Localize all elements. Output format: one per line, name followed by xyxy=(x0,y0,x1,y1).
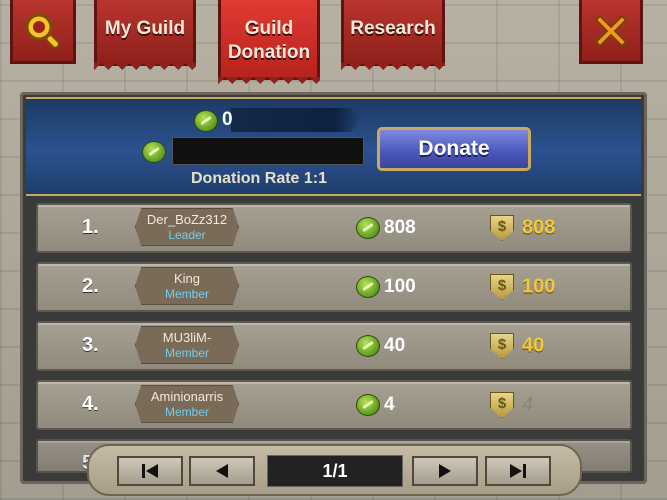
gold-amount: $40 xyxy=(490,333,544,359)
gem-value: 4 xyxy=(384,394,395,416)
gem-value: 40 xyxy=(384,335,406,357)
first-page-button[interactable] xyxy=(117,456,183,486)
member-role: Member xyxy=(164,405,209,419)
gold-value: 808 xyxy=(522,216,556,239)
member-role: Leader xyxy=(168,228,206,242)
gold-amount: $100 xyxy=(490,274,555,300)
page-indicator: 1/1 xyxy=(267,455,403,487)
tab-research-label: Research xyxy=(350,18,436,39)
gold-shield-icon: $ xyxy=(490,392,514,418)
tab-my-guild[interactable]: My Guild xyxy=(94,0,196,77)
gold-shield-icon: $ xyxy=(490,215,514,241)
gem-amount: 40 xyxy=(356,335,405,357)
skip-last-icon xyxy=(510,464,526,478)
close-x-icon xyxy=(594,14,628,47)
gold-shield-icon: $ xyxy=(490,333,514,359)
donation-panel: 0 Donate Donation Rate 1:1 xyxy=(26,97,641,196)
tab-my-guild-label: My Guild xyxy=(104,18,186,39)
donate-button[interactable]: Donate xyxy=(377,127,531,171)
gold-value: 4 xyxy=(522,393,534,416)
tab-research[interactable]: Research xyxy=(341,0,445,77)
previous-page-button[interactable] xyxy=(189,456,255,486)
name-plate[interactable]: Aminionarris Member xyxy=(135,385,239,423)
search-tab-button[interactable] xyxy=(10,0,76,64)
gold-value: 40 xyxy=(522,334,545,357)
next-page-button[interactable] xyxy=(412,456,478,486)
donation-amount-input[interactable] xyxy=(172,137,364,165)
gold-value: 100 xyxy=(522,275,556,298)
tab-guild-donation[interactable]: Guild Donation xyxy=(218,0,320,91)
owned-amount: 0 xyxy=(222,109,233,130)
gem-value: 808 xyxy=(384,217,416,239)
pagination-bar: 1/1 xyxy=(87,444,582,496)
gold-amount: $808 xyxy=(490,215,555,241)
list-item: 2. King Member 100 $100 xyxy=(36,262,632,312)
magnifier-icon xyxy=(25,13,60,49)
member-name: Der_BoZz312 xyxy=(146,212,228,227)
donation-rate-text: Donation Rate 1:1 xyxy=(191,170,328,187)
member-role: Member xyxy=(164,287,209,301)
owned-bar xyxy=(231,108,361,132)
name-plate[interactable]: MU3liM- Member xyxy=(135,326,239,364)
gem-icon xyxy=(194,110,218,132)
rank: 2. xyxy=(82,275,99,297)
list-item: 3. MU3liM- Member 40 $40 xyxy=(36,321,632,371)
member-role: Member xyxy=(164,346,209,360)
list-item: 1. Der_BoZz312 Leader 808 $808 xyxy=(36,203,632,253)
gold-shield-icon: $ xyxy=(490,274,514,300)
tab-guild-donation-label-1: Guild xyxy=(244,18,294,39)
gem-icon xyxy=(356,335,380,357)
gold-amount: $4 xyxy=(490,392,533,418)
donation-list[interactable]: 1. Der_BoZz312 Leader 808 $808 2. King M… xyxy=(36,203,632,482)
arrow-right-icon xyxy=(439,464,451,478)
rank: 4. xyxy=(82,393,99,415)
rank: 1. xyxy=(82,216,99,238)
arrow-left-icon xyxy=(216,464,228,478)
skip-first-icon xyxy=(142,464,158,478)
name-plate[interactable]: Der_BoZz312 Leader xyxy=(135,208,239,246)
member-name: King xyxy=(173,271,201,286)
gem-amount: 808 xyxy=(356,217,416,239)
last-page-button[interactable] xyxy=(485,456,551,486)
member-name: Aminionarris xyxy=(150,389,224,404)
member-name: MU3liM- xyxy=(162,330,212,345)
name-plate[interactable]: King Member xyxy=(135,267,239,305)
tab-guild-donation-label-2: Donation xyxy=(227,42,311,63)
gem-amount: 4 xyxy=(356,394,395,416)
gem-icon xyxy=(356,217,380,239)
gem-icon xyxy=(356,394,380,416)
list-item: 4. Aminionarris Member 4 $4 xyxy=(36,380,632,430)
close-button[interactable] xyxy=(579,0,643,64)
gem-icon xyxy=(142,141,166,163)
gem-value: 100 xyxy=(384,276,416,298)
rank: 3. xyxy=(82,334,99,356)
gem-amount: 100 xyxy=(356,276,416,298)
gem-icon xyxy=(356,276,380,298)
